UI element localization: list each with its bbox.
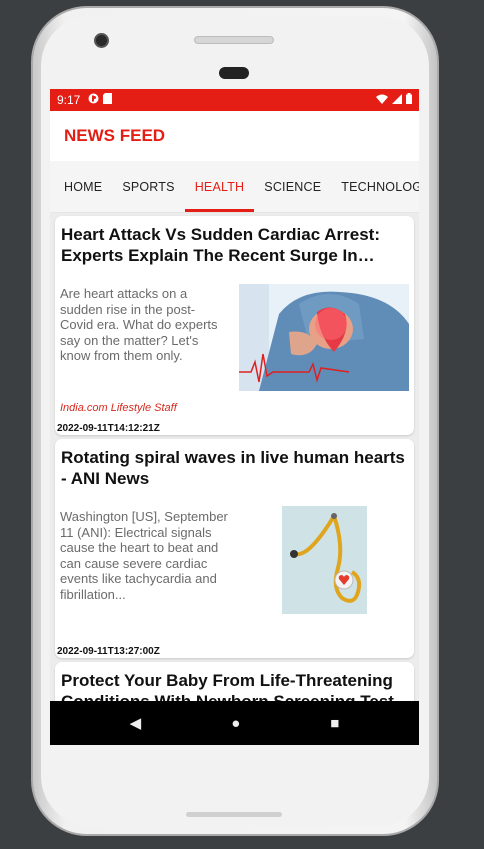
category-tabs: HOME SPORTS HEALTH SCIENCE TECHNOLOGY: [50, 161, 419, 213]
status-time: 9:17: [57, 93, 81, 107]
article-title: Protect Your Baby From Life-Threatening …: [61, 671, 394, 701]
status-bar: 9:17: [50, 89, 419, 111]
system-navigation-bar: ◀ ● ■: [50, 701, 419, 745]
article-description: Are heart attacks on a sudden rise in th…: [60, 286, 218, 364]
article-title: Heart Attack Vs Sudden Cardiac Arrest: E…: [61, 225, 381, 265]
article-date: 2022-09-11T13:27:00Z: [57, 646, 160, 657]
tab-technology[interactable]: TECHNOLOGY: [331, 161, 419, 212]
article-card[interactable]: Rotating spiral waves in live human hear…: [55, 439, 414, 658]
app-notification-icon: [88, 93, 99, 107]
tab-home[interactable]: HOME: [50, 161, 112, 212]
article-thumbnail: [239, 284, 409, 391]
bottom-speaker: [186, 812, 282, 817]
signal-icon: [392, 93, 402, 107]
news-feed-list[interactable]: Heart Attack Vs Sudden Cardiac Arrest: E…: [50, 213, 419, 701]
back-icon[interactable]: ◀: [130, 714, 142, 732]
earpiece-speaker: [194, 36, 274, 44]
proximity-sensor: [219, 67, 249, 79]
wifi-icon: [376, 93, 388, 107]
article-card[interactable]: Protect Your Baby From Life-Threatening …: [55, 662, 414, 701]
article-description: Washington [US], September 11 (ANI): Ele…: [60, 509, 228, 602]
tab-sports[interactable]: SPORTS: [112, 161, 184, 212]
article-thumbnail: [282, 506, 367, 614]
front-camera: [94, 33, 109, 48]
home-icon[interactable]: ●: [231, 715, 240, 732]
app-bar: NEWS FEED: [50, 111, 419, 161]
recents-icon[interactable]: ■: [330, 715, 339, 732]
device-screen: 9:17 NEWS FEED HOME SPORTS HEALTH SCIENC…: [50, 89, 419, 745]
sd-card-icon: [103, 93, 113, 107]
article-title: Rotating spiral waves in live human hear…: [61, 448, 405, 488]
article-card[interactable]: Heart Attack Vs Sudden Cardiac Arrest: E…: [55, 216, 414, 435]
tab-health[interactable]: HEALTH: [184, 161, 255, 212]
app-title: NEWS FEED: [64, 126, 166, 145]
tab-science[interactable]: SCIENCE: [254, 161, 331, 212]
article-author: India.com Lifestyle Staff: [60, 402, 177, 414]
battery-icon: [406, 93, 412, 107]
article-date: 2022-09-11T14:12:21Z: [57, 423, 160, 434]
